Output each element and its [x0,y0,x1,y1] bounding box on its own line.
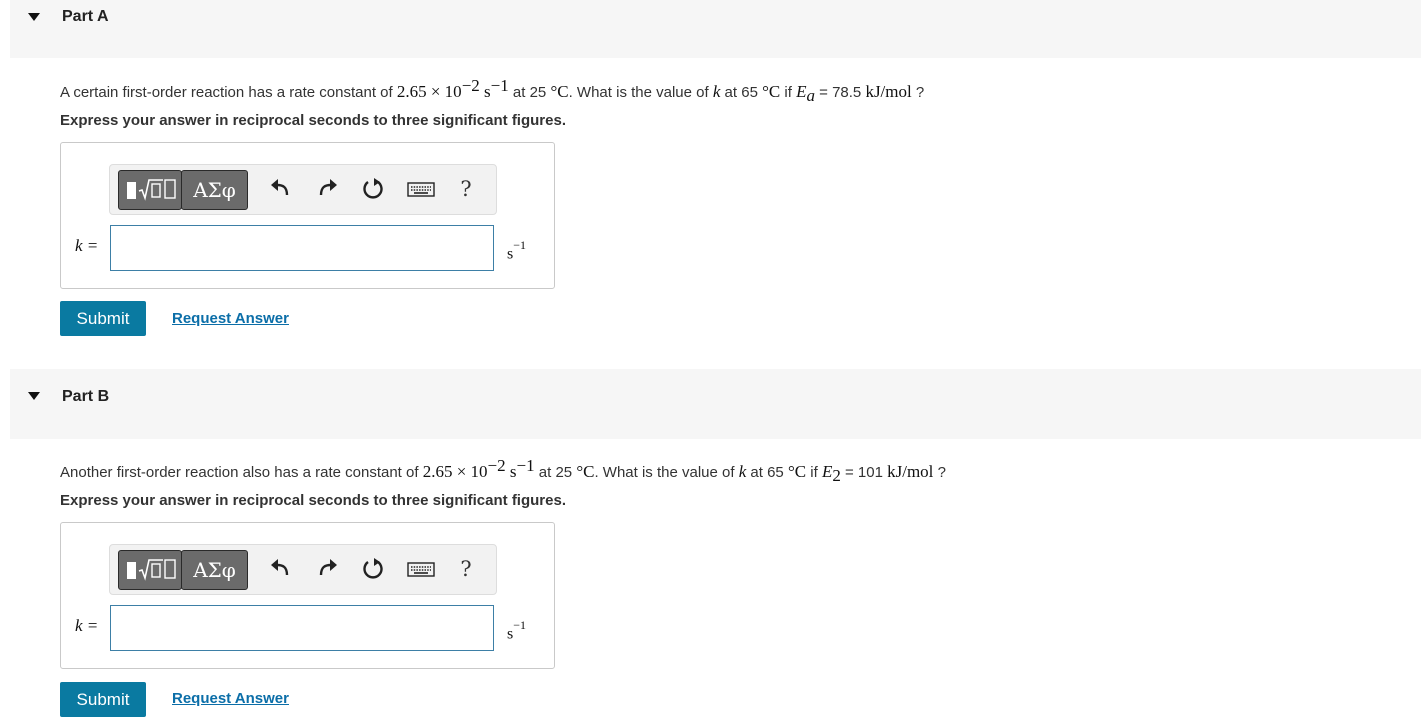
part-b-submit-button[interactable]: Submit [60,682,146,717]
part-a-answer-box: ΑΣφ ? k = s−1 [60,142,555,289]
part-a-question: A certain first-order reaction has a rat… [60,76,925,105]
part-b-instruction: Express your answer in reciprocal second… [60,492,566,509]
reset-icon[interactable] [359,175,387,203]
variable-label: k = [75,236,99,255]
templates-icon [127,559,176,581]
keyboard-icon[interactable] [406,175,436,203]
part-b-answer-box: ΑΣφ ? k = s−1 [60,522,555,669]
greek-symbols-button[interactable]: ΑΣφ [181,170,248,210]
part-a-header[interactable]: Part A [10,0,1421,58]
part-b-header[interactable]: Part B [10,369,1421,439]
unit-label: s−1 [507,238,527,263]
templates-button[interactable] [118,550,182,590]
redo-icon[interactable] [313,175,341,203]
keyboard-icon[interactable] [406,555,436,583]
templates-button[interactable] [118,170,182,210]
part-b-request-answer-link[interactable]: Request Answer [172,690,289,707]
variable-label: k = [75,616,99,635]
part-a-answer-input[interactable] [110,225,494,271]
part-b-title: Part B [62,388,110,405]
part-b-question: Another first-order reaction also has a … [60,456,946,485]
part-a-title: Part A [62,8,109,25]
undo-icon[interactable] [267,555,295,583]
help-button[interactable]: ? [452,173,480,205]
unit-label: s−1 [507,618,527,643]
collapse-caret-icon[interactable] [28,392,40,400]
part-a-submit-button[interactable]: Submit [60,301,146,336]
part-a-instruction: Express your answer in reciprocal second… [60,112,566,129]
math-toolbar: ΑΣφ ? [109,164,497,215]
reset-icon[interactable] [359,555,387,583]
undo-icon[interactable] [267,175,295,203]
greek-symbols-button[interactable]: ΑΣφ [181,550,248,590]
help-button[interactable]: ? [452,553,480,585]
redo-icon[interactable] [313,555,341,583]
part-b-answer-input[interactable] [110,605,494,651]
templates-icon [127,179,176,201]
collapse-caret-icon[interactable] [28,13,40,21]
part-a-request-answer-link[interactable]: Request Answer [172,310,289,327]
math-toolbar: ΑΣφ ? [109,544,497,595]
